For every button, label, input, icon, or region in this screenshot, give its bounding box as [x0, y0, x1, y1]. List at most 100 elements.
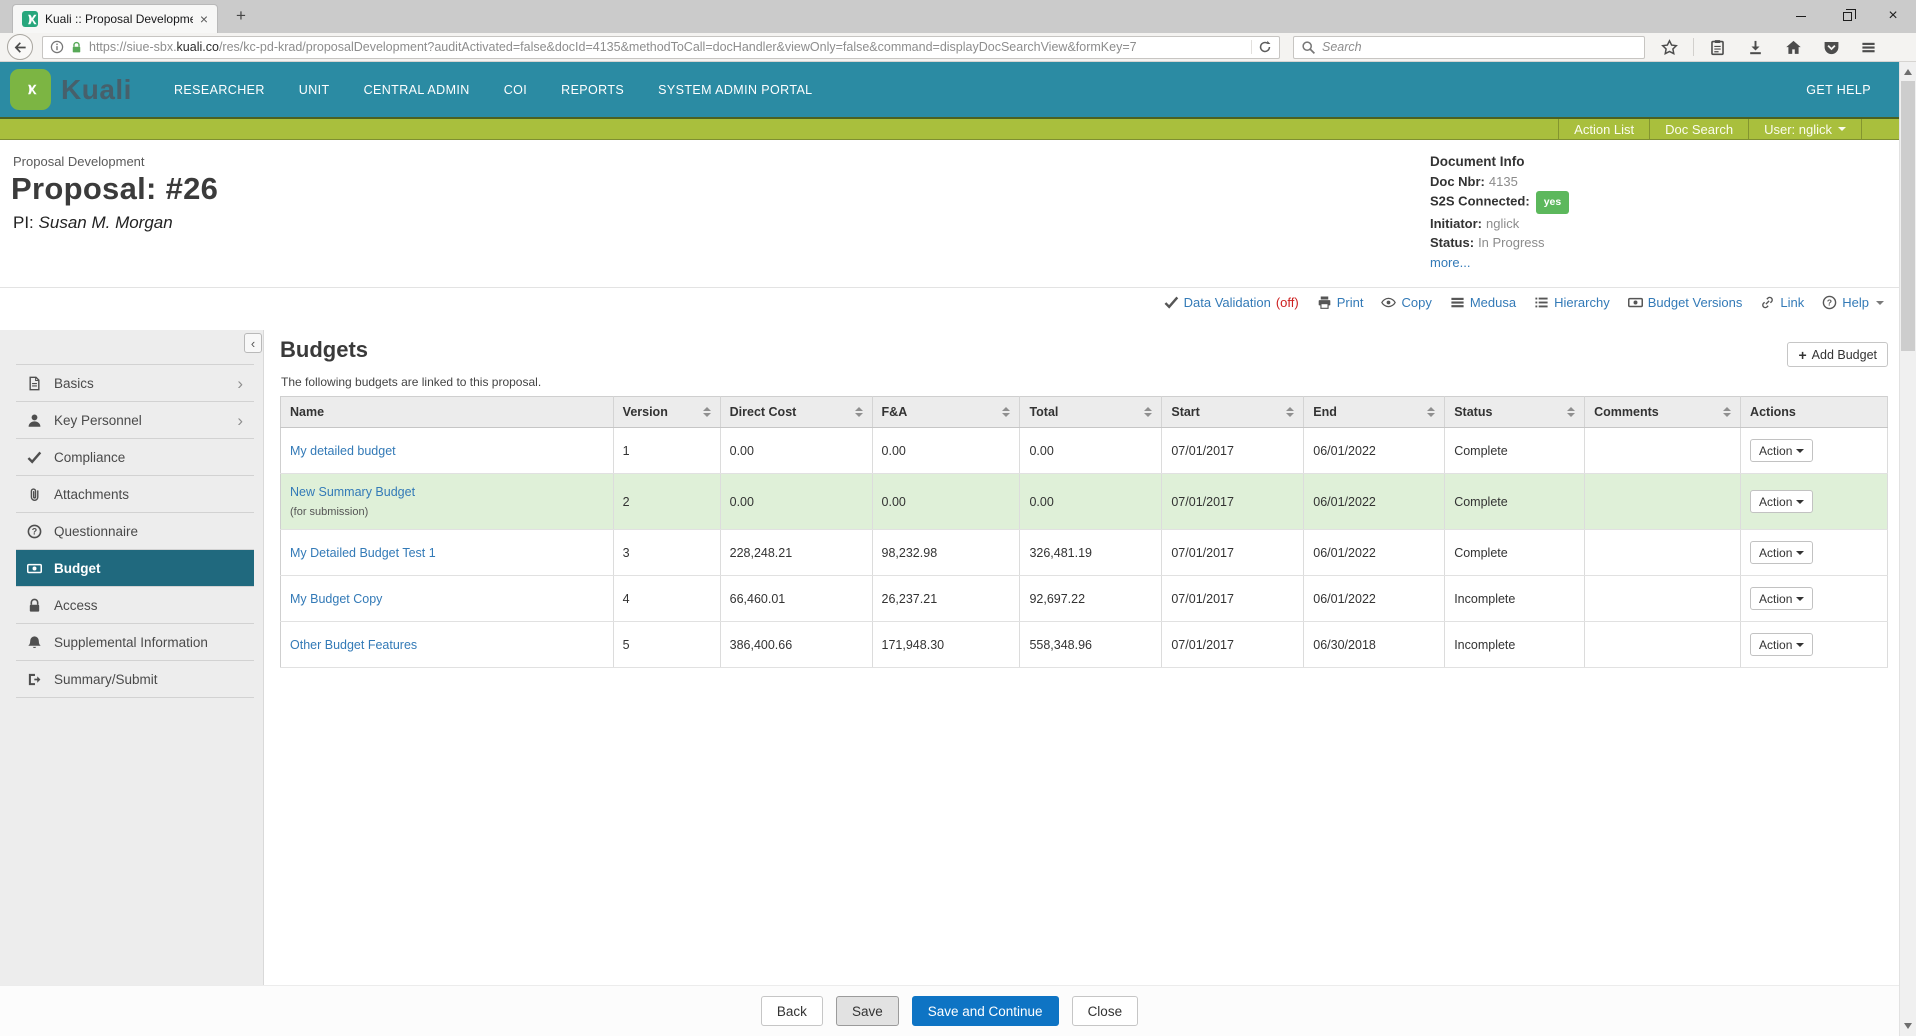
pocket-icon[interactable] [1823, 39, 1840, 56]
sort-icon[interactable] [1144, 407, 1152, 417]
sidebar-item-basics[interactable]: Basics› [16, 365, 254, 402]
back-page-button[interactable]: Back [761, 996, 823, 1026]
url-text[interactable]: https://siue-sbx.kuali.co/res/kc-pd-krad… [89, 40, 1245, 54]
toolbar-link[interactable]: Link [1760, 295, 1804, 310]
sidebar-collapse-button[interactable]: ‹ [244, 333, 262, 353]
toolbar-hierarchy[interactable]: Hierarchy [1534, 295, 1610, 310]
sort-icon[interactable] [855, 407, 863, 417]
app-nav-researcher[interactable]: RESEARCHER [174, 83, 265, 97]
bookmark-star-icon[interactable] [1661, 39, 1678, 56]
save-and-continue-button[interactable]: Save and Continue [912, 996, 1059, 1026]
row-action-button[interactable]: Action [1750, 587, 1813, 610]
row-action-button[interactable]: Action [1750, 633, 1813, 656]
sort-icon[interactable] [1567, 407, 1575, 417]
more-link[interactable]: more... [1430, 253, 1569, 273]
row-action-button[interactable]: Action [1750, 490, 1813, 513]
site-info-icon[interactable] [50, 40, 64, 54]
home-icon[interactable] [1785, 39, 1802, 56]
table-row: My Budget Copy466,460.0126,237.2192,697.… [281, 576, 1888, 622]
window-close-button[interactable]: × [1870, 0, 1916, 32]
column-header-direct-cost[interactable]: Direct Cost [720, 397, 872, 428]
column-header-f-a[interactable]: F&A [872, 397, 1020, 428]
column-header-version[interactable]: Version [613, 397, 720, 428]
column-header-comments[interactable]: Comments [1585, 397, 1741, 428]
sidebar-item-supplemental-information[interactable]: Supplemental Information [16, 624, 254, 661]
scrollbar-up-icon[interactable] [1904, 69, 1912, 75]
budget-name-link[interactable]: My Budget Copy [290, 592, 382, 606]
module-label: Proposal Development [13, 154, 145, 169]
search-input[interactable]: Search [1293, 36, 1645, 59]
help-icon: ? [1822, 295, 1837, 310]
column-label: Actions [1750, 405, 1796, 419]
sidebar-item-compliance[interactable]: Compliance [16, 439, 254, 476]
kuali-logo[interactable] [10, 69, 51, 110]
cell-direct-cost: 228,248.21 [720, 530, 872, 576]
reading-list-icon[interactable] [1709, 39, 1726, 56]
sort-icon[interactable] [1427, 407, 1435, 417]
new-tab-button[interactable]: + [228, 6, 254, 26]
secure-padlock-icon[interactable] [70, 41, 83, 54]
bars-icon [1450, 295, 1465, 310]
downloads-icon[interactable] [1747, 39, 1764, 56]
sidebar-item-questionnaire[interactable]: ?Questionnaire [16, 513, 254, 550]
sort-icon[interactable] [1723, 407, 1731, 417]
column-header-total[interactable]: Total [1020, 397, 1162, 428]
budget-name-link[interactable]: New Summary Budget [290, 485, 415, 499]
svg-text:?: ? [1827, 298, 1832, 308]
app-nav-coi[interactable]: COI [504, 83, 527, 97]
toolbar-print[interactable]: Print [1317, 295, 1364, 310]
column-header-status[interactable]: Status [1445, 397, 1585, 428]
url-bar[interactable]: https://siue-sbx.kuali.co/res/kc-pd-krad… [42, 36, 1280, 59]
sort-icon[interactable] [1002, 407, 1010, 417]
toolbar-help[interactable]: ?Help [1822, 295, 1884, 310]
sidebar-item-key-personnel[interactable]: Key Personnel› [16, 402, 254, 439]
budget-name-link[interactable]: Other Budget Features [290, 638, 417, 652]
toolbar-medusa[interactable]: Medusa [1450, 295, 1516, 310]
column-header-end[interactable]: End [1304, 397, 1445, 428]
table-body: My detailed budget10.000.000.0007/01/201… [281, 428, 1888, 668]
row-action-button[interactable]: Action [1750, 439, 1813, 462]
menu-hamburger-icon[interactable] [1861, 40, 1876, 55]
chevron-right-icon: › [237, 375, 243, 392]
column-header-start[interactable]: Start [1162, 397, 1304, 428]
toolbar-budget-versions[interactable]: Budget Versions [1628, 295, 1743, 310]
portal-action-list[interactable]: Action List [1558, 119, 1649, 139]
portal-user-nglick[interactable]: User: nglick [1748, 119, 1861, 139]
close-button[interactable]: Close [1072, 996, 1139, 1026]
print-icon [1317, 295, 1332, 310]
sidebar-item-access[interactable]: Access [16, 587, 254, 624]
browser-tab[interactable]: Kuali :: Proposal Developme × [12, 4, 218, 33]
app-nav-reports[interactable]: REPORTS [561, 83, 624, 97]
sort-icon[interactable] [703, 407, 711, 417]
sidebar-item-label: Access [54, 598, 98, 613]
row-action-button[interactable]: Action [1750, 541, 1813, 564]
back-button[interactable] [7, 34, 33, 60]
budget-name-link[interactable]: My Detailed Budget Test 1 [290, 546, 436, 560]
scrollbar-thumb[interactable] [1901, 81, 1915, 351]
app-nav-system-admin-portal[interactable]: SYSTEM ADMIN PORTAL [658, 83, 812, 97]
toolbar-data-validation[interactable]: Data Validation(off) [1164, 295, 1299, 310]
cell-status: Incomplete [1445, 622, 1585, 668]
reload-icon[interactable] [1251, 40, 1272, 54]
scrollbar-down-icon[interactable] [1904, 1023, 1912, 1029]
tab-close-icon[interactable]: × [200, 12, 208, 26]
cell-start: 07/01/2017 [1162, 428, 1304, 474]
sidebar-item-attachments[interactable]: Attachments [16, 476, 254, 513]
save-button[interactable]: Save [836, 996, 899, 1026]
plus-icon: + [1798, 348, 1806, 362]
toolbar-copy[interactable]: Copy [1381, 295, 1431, 310]
portal-doc-search[interactable]: Doc Search [1649, 119, 1748, 139]
add-budget-button[interactable]: + Add Budget [1787, 342, 1888, 367]
budget-name-link[interactable]: My detailed budget [290, 444, 396, 458]
app-nav-unit[interactable]: UNIT [299, 83, 330, 97]
sidebar-item-summary-submit[interactable]: Summary/Submit [16, 661, 254, 698]
page-scrollbar[interactable] [1899, 62, 1916, 1036]
get-help-link[interactable]: GET HELP [1806, 83, 1871, 97]
kuali-favicon [22, 11, 38, 27]
sidebar-item-budget[interactable]: Budget [16, 550, 254, 587]
app-nav-central-admin[interactable]: CENTRAL ADMIN [364, 83, 470, 97]
window-restore-button[interactable] [1824, 0, 1870, 32]
portal-label: Doc Search [1665, 122, 1733, 137]
sort-icon[interactable] [1286, 407, 1294, 417]
window-minimize-button[interactable] [1778, 0, 1824, 32]
